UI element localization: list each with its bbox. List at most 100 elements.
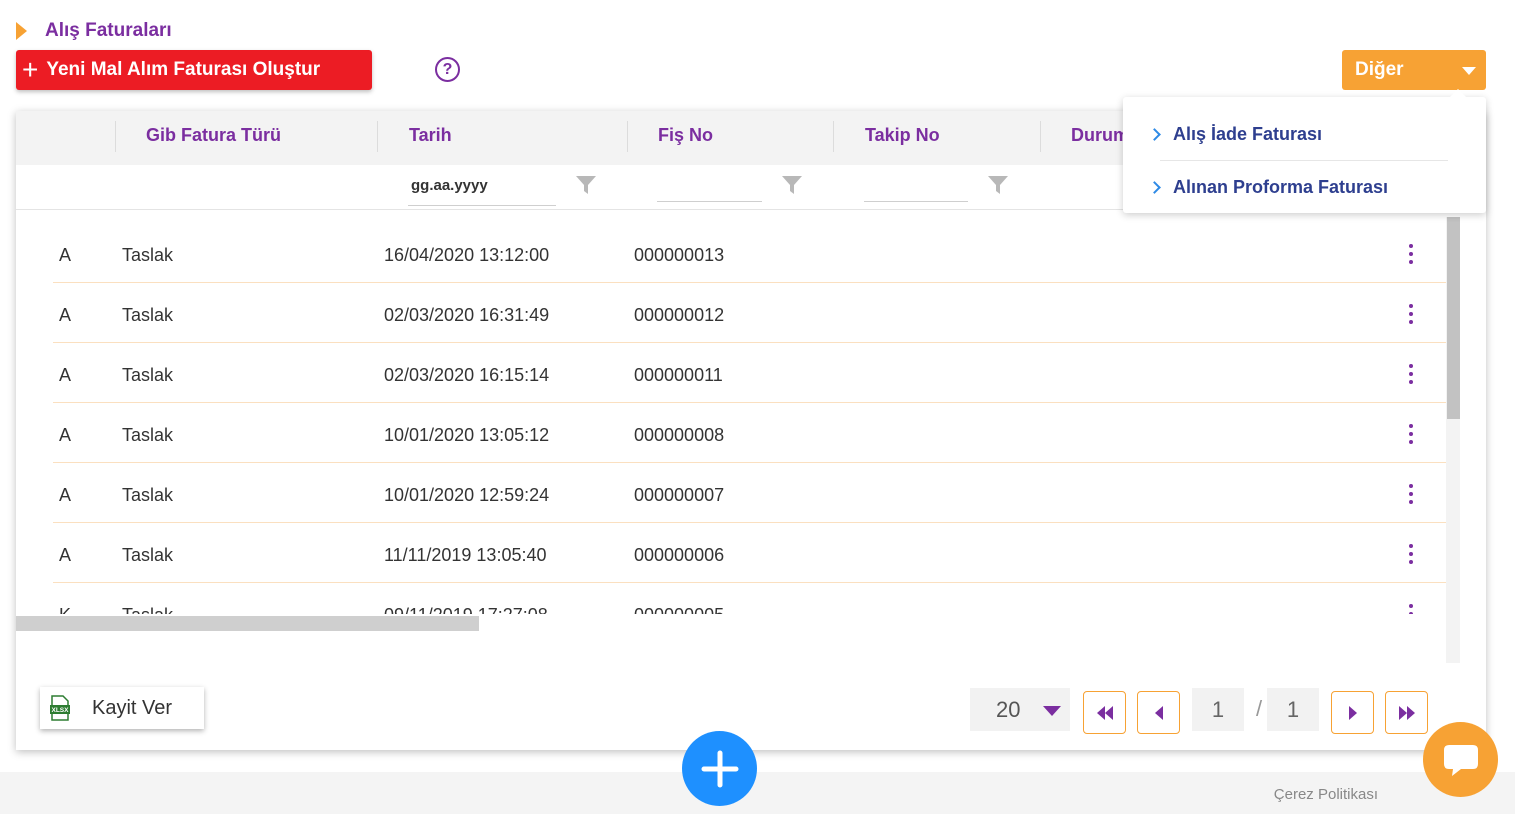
row-actions-kebab-icon[interactable]	[1408, 364, 1414, 384]
row-actions-kebab-icon[interactable]	[1408, 244, 1414, 264]
row-date: 02/03/2020 16:31:49	[384, 305, 550, 325]
other-dropdown-menu: Alış İade Faturası Alınan Proforma Fatur…	[1123, 89, 1486, 213]
row-type: A	[59, 305, 72, 325]
menu-item-label: Alış İade Faturası	[1173, 124, 1323, 144]
row-date: 10/01/2020 13:05:12	[384, 425, 550, 445]
horizontal-scrollbar-thumb[interactable]	[16, 616, 479, 631]
new-purchase-invoice-button[interactable]: + Yeni Mal Alım Faturası Oluştur	[16, 50, 372, 90]
row-date: 16/04/2020 13:12:00	[384, 245, 550, 265]
row-date: 10/01/2020 12:59:24	[384, 485, 550, 505]
table-row[interactable]: A Taslak 10/01/2020 13:05:12 000000008	[53, 403, 1446, 463]
row-type: A	[59, 425, 72, 445]
caret-down-icon	[1043, 706, 1061, 716]
menu-item-label: Alınan Proforma Faturası	[1173, 177, 1389, 197]
export-button-label: Kayit Ver	[92, 696, 173, 719]
chat-bubble-icon	[1443, 744, 1478, 776]
date-filter-input[interactable]: gg.aa.yyyy	[408, 173, 556, 206]
help-icon-glyph: ?	[442, 60, 453, 78]
row-date: 09/11/2019 17:27:08	[384, 605, 548, 614]
row-gib-type: Taslak	[122, 425, 174, 445]
row-actions-kebab-icon[interactable]	[1408, 424, 1414, 444]
row-receipt-no: 000000006	[634, 545, 725, 565]
other-button[interactable]: Diğer	[1342, 50, 1486, 90]
row-receipt-no: 000000008	[634, 425, 725, 445]
export-excel-button[interactable]: XLSX Kayit Ver	[40, 687, 204, 729]
previous-page-button[interactable]	[1137, 691, 1180, 734]
chevron-right-icon	[1148, 128, 1161, 141]
row-gib-type: Taslak	[122, 305, 174, 325]
tracking-no-filter-input[interactable]	[864, 173, 968, 202]
receipt-no-filter-input[interactable]	[657, 173, 762, 202]
breadcrumb: Alış Faturaları	[16, 20, 172, 42]
first-page-button[interactable]	[1083, 691, 1126, 734]
column-header-date[interactable]: Tarih	[409, 125, 452, 146]
next-page-button[interactable]	[1331, 691, 1374, 734]
row-gib-type: Taslak	[122, 245, 174, 265]
row-receipt-no: 000000012	[634, 305, 725, 325]
row-actions-kebab-icon[interactable]	[1408, 484, 1414, 504]
page-size-value: 20	[996, 697, 1021, 722]
breadcrumb-arrow-icon	[16, 22, 27, 40]
row-actions-kebab-icon[interactable]	[1408, 604, 1414, 614]
row-type: A	[59, 545, 72, 565]
page-separator: /	[1256, 696, 1263, 721]
plus-icon: +	[22, 54, 39, 85]
new-purchase-invoice-label: Yeni Mal Alım Faturası Oluştur	[46, 59, 321, 80]
row-actions-kebab-icon[interactable]	[1408, 304, 1414, 324]
row-receipt-no: 000000013	[634, 245, 725, 265]
row-type: K	[59, 605, 71, 614]
menu-divider	[1160, 160, 1448, 161]
table-body: A Taslak 16/04/2020 13:12:00 000000013 A…	[16, 210, 1446, 614]
dropdown-notch	[1449, 89, 1467, 98]
column-header-gib-type[interactable]: Gib Fatura Türü	[146, 125, 281, 146]
row-receipt-no: 000000007	[634, 485, 725, 505]
chevron-left-icon	[1154, 705, 1163, 720]
column-separator	[833, 121, 834, 152]
xlsx-icon-text: XLSX	[52, 707, 70, 714]
column-separator	[627, 121, 628, 152]
row-receipt-no: 000000011	[634, 365, 723, 385]
table-row[interactable]: A Taslak 02/03/2020 16:15:14 000000011	[53, 343, 1446, 403]
help-icon[interactable]: ?	[435, 57, 460, 82]
date-filter-placeholder: gg.aa.yyyy	[411, 177, 488, 194]
row-type: A	[59, 365, 72, 385]
row-gib-type: Taslak	[122, 365, 174, 385]
row-actions-kebab-icon[interactable]	[1408, 544, 1414, 564]
chat-button[interactable]	[1423, 722, 1498, 797]
page-size-select[interactable]: 20	[970, 688, 1070, 731]
filter-funnel-icon[interactable]	[576, 175, 596, 195]
current-page-input[interactable]: 1	[1192, 688, 1244, 731]
column-separator	[115, 121, 116, 152]
row-gib-type: Taslak	[122, 545, 174, 565]
xlsx-file-icon: XLSX	[50, 695, 70, 721]
column-separator	[1040, 121, 1041, 152]
menu-item-received-proforma-invoice[interactable]: Alınan Proforma Faturası	[1148, 177, 1389, 198]
row-date: 02/03/2020 16:15:14	[384, 365, 550, 385]
chevron-right-icon	[1148, 181, 1161, 194]
chevron-right-icon	[1348, 705, 1357, 720]
vertical-scrollbar-thumb[interactable]	[1447, 217, 1460, 419]
column-header-receipt-no[interactable]: Fiş No	[658, 125, 713, 146]
filter-funnel-icon[interactable]	[782, 175, 802, 195]
column-header-tracking-no[interactable]: Takip No	[865, 125, 940, 146]
menu-item-purchase-return-invoice[interactable]: Alış İade Faturası	[1148, 124, 1323, 145]
cookie-policy-link[interactable]: Çerez Politikası	[1274, 786, 1378, 803]
table-row[interactable]: A Taslak 11/11/2019 13:05:40 000000006	[53, 523, 1446, 583]
last-page-button[interactable]	[1385, 691, 1428, 734]
total-pages-value: 1	[1286, 696, 1300, 722]
filter-funnel-icon[interactable]	[988, 175, 1008, 195]
current-page-value: 1	[1211, 696, 1225, 722]
table-row[interactable]: A Taslak 16/04/2020 13:12:00 000000013	[53, 223, 1446, 283]
caret-down-icon	[1462, 67, 1476, 75]
table-row[interactable]: A Taslak 10/01/2020 12:59:24 000000007	[53, 463, 1446, 523]
page-title: Alış Faturaları	[45, 20, 172, 41]
add-fab-button[interactable]	[682, 731, 757, 806]
double-chevron-left-icon	[1096, 705, 1113, 720]
column-header-status[interactable]: Durum	[1071, 125, 1129, 146]
table-row[interactable]: K Taslak 09/11/2019 17:27:08 000000005	[53, 583, 1446, 614]
row-type: A	[59, 485, 72, 505]
other-button-label: Diğer	[1355, 59, 1404, 80]
row-gib-type: Taslak	[122, 605, 173, 614]
total-pages: 1	[1267, 688, 1319, 731]
table-row[interactable]: A Taslak 02/03/2020 16:31:49 000000012	[53, 283, 1446, 343]
